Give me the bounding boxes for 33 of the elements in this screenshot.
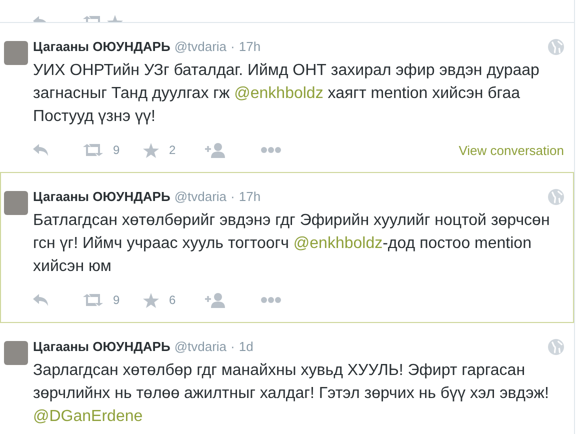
tweet-text: Зарлагдсан хөтөлбөр гдг манайхны хувьд ХУУЛЬ! Эфирт гаргасан зөрчлийнх нь төлөө ажилтныг халдаг! Гэтэл зөрчих нь бүү хэл эвдэж! @DGanErdene: [33, 361, 550, 427]
tweet-text: УИХ ОНРТийн УЗг баталдаг. Иймд ОНТ захирал эфир эвдэн дураар загнасныг Танд дуулгах гж @enkhboldz хаягт mention хийсэн бгаа Постууд үзнэ үү!: [33, 61, 540, 127]
dot-separator: ·: [230, 339, 235, 354]
more-icon[interactable]: [261, 297, 281, 303]
more-icon[interactable]: [261, 147, 281, 153]
retweet-count: 9: [112, 293, 121, 307]
mention-link[interactable]: @enkhboldz: [293, 235, 383, 252]
user-name[interactable]: Цагааны ОЮУНДАРЬ: [33, 189, 170, 204]
user-name[interactable]: Цагааны ОЮУНДАРЬ: [33, 39, 170, 54]
user-handle[interactable]: @tvdaria: [174, 189, 227, 204]
avatar-placeholder: [4, 191, 28, 215]
tweet-text: Батлагдсан хөтөлбөрийг эвдэнэ гдг Эфирийн хуулийг ноцтой зөрчсөн гсн үг! Иймч учраас хууль тогтоогч @enkhboldz-дод постоо mention хийсэн юм: [33, 211, 551, 277]
favorite-count: 6: [168, 293, 177, 307]
dot-separator: ·: [230, 39, 235, 54]
globe-icon: [548, 339, 564, 355]
user-handle[interactable]: @tvdaria: [174, 39, 227, 54]
add-person-icon[interactable]: [205, 142, 225, 158]
avatar-placeholder: [4, 341, 28, 365]
view-conversation-link[interactable]: View conversation: [458, 142, 564, 158]
add-person-icon[interactable]: [205, 292, 225, 308]
mention-link[interactable]: @DGanErdene: [33, 408, 143, 425]
timestamp[interactable]: 17h: [238, 39, 261, 54]
globe-icon: [548, 189, 564, 205]
timestamp[interactable]: 17h: [238, 189, 261, 204]
timestamp[interactable]: 1d: [238, 339, 254, 354]
favorite-count: 2: [168, 143, 177, 157]
avatar-placeholder: [4, 41, 28, 65]
dot-separator: ·: [230, 189, 235, 204]
globe-icon: [548, 39, 564, 55]
retweet-count: 9: [112, 143, 121, 157]
user-name[interactable]: Цагааны ОЮУНДАРЬ: [33, 339, 170, 354]
mention-link[interactable]: @enkhboldz: [234, 85, 324, 102]
user-handle[interactable]: @tvdaria: [174, 339, 227, 354]
